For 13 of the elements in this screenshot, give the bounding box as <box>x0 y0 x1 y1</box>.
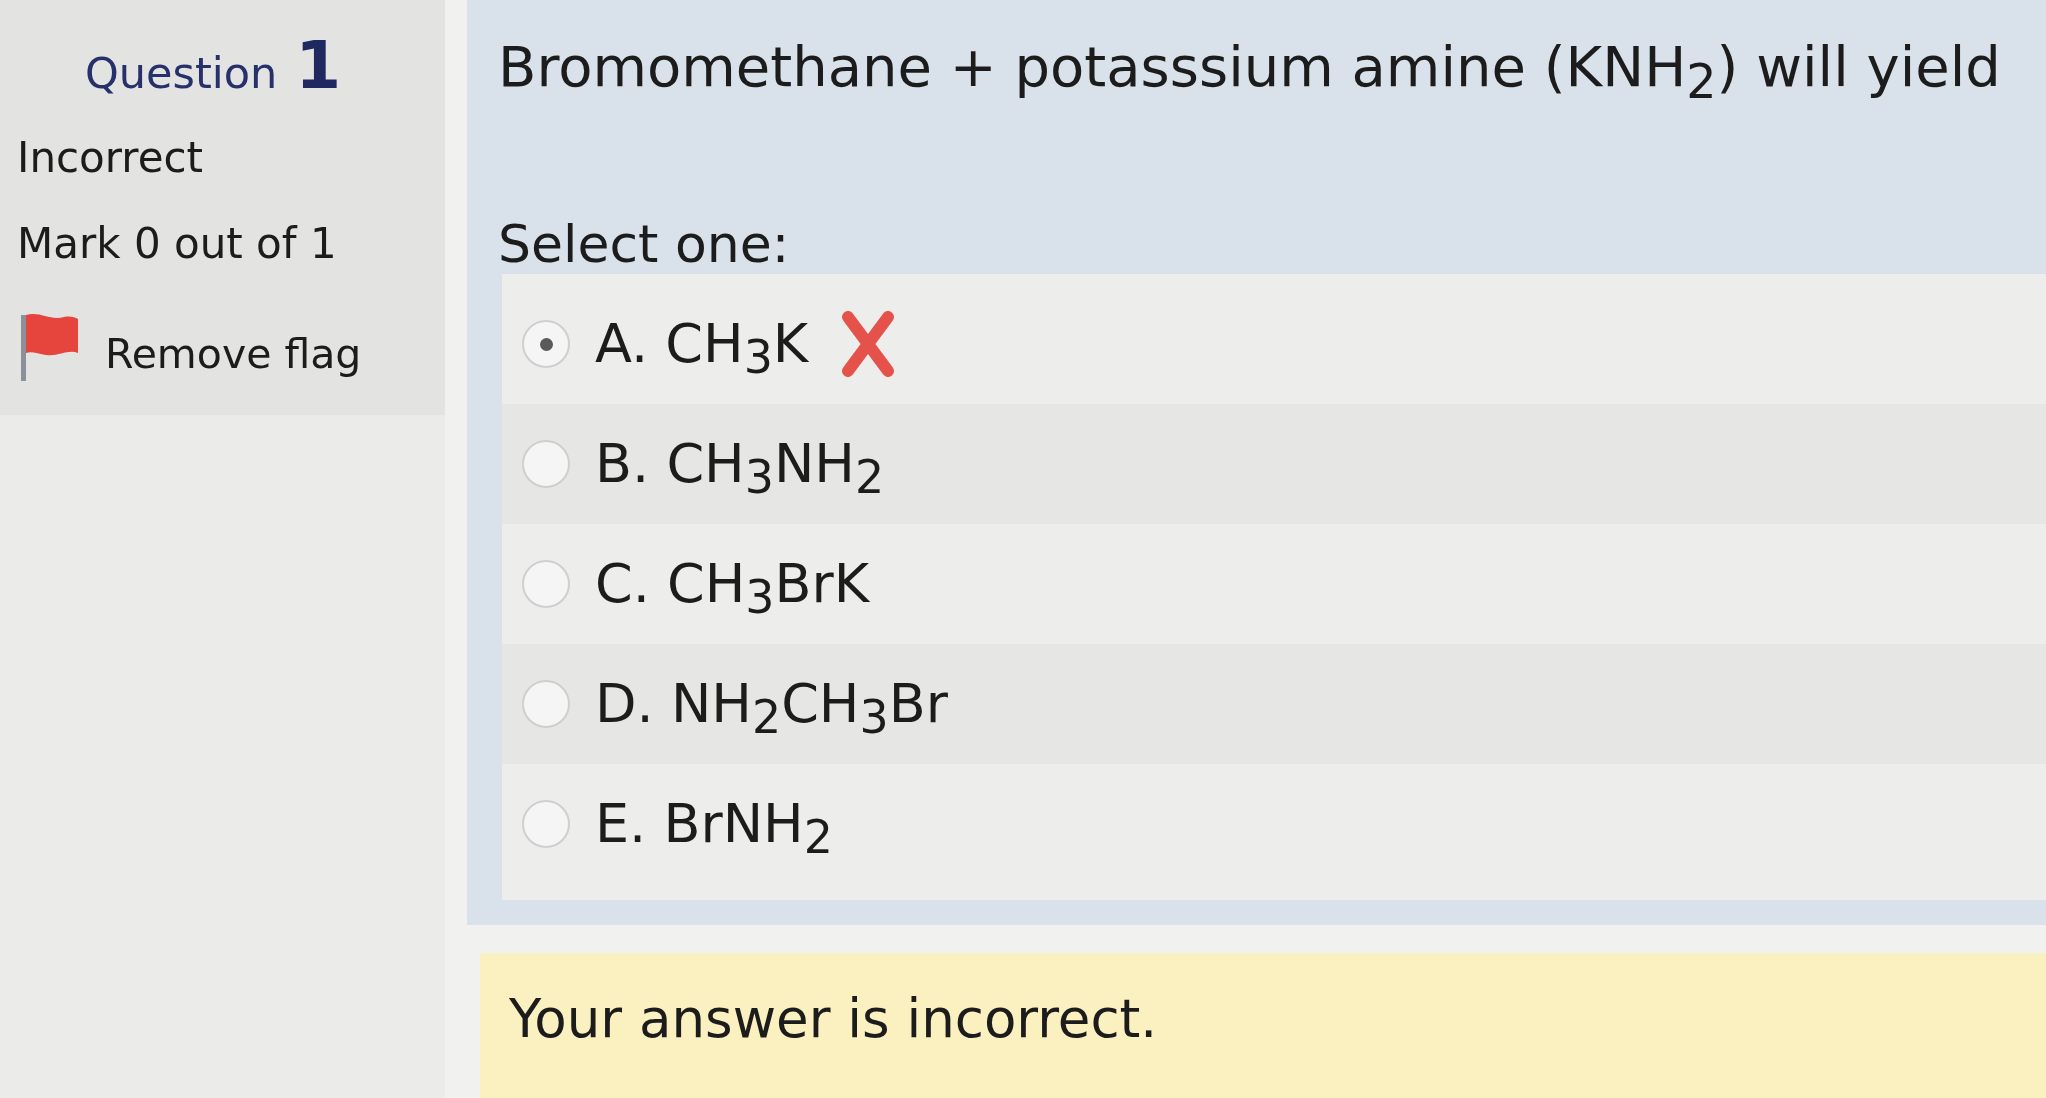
question-mark: Mark 0 out of 1 <box>16 223 337 265</box>
radio-button[interactable] <box>522 560 570 608</box>
feedback-text: Your answer is incorrect. <box>509 988 1158 1049</box>
radio-button[interactable] <box>522 440 570 488</box>
question-label: Question <box>85 52 278 95</box>
question-status: Incorrect <box>16 137 204 179</box>
select-prompt: Select one: <box>498 218 790 270</box>
radio-button[interactable] <box>522 800 570 848</box>
remove-flag-button[interactable]: Remove flag <box>20 313 362 381</box>
option-label: E. BrNH$_{2}$ <box>595 797 833 851</box>
radio-button[interactable] <box>522 320 570 368</box>
question-number: 1 <box>295 33 342 99</box>
radio-button[interactable] <box>522 680 570 728</box>
